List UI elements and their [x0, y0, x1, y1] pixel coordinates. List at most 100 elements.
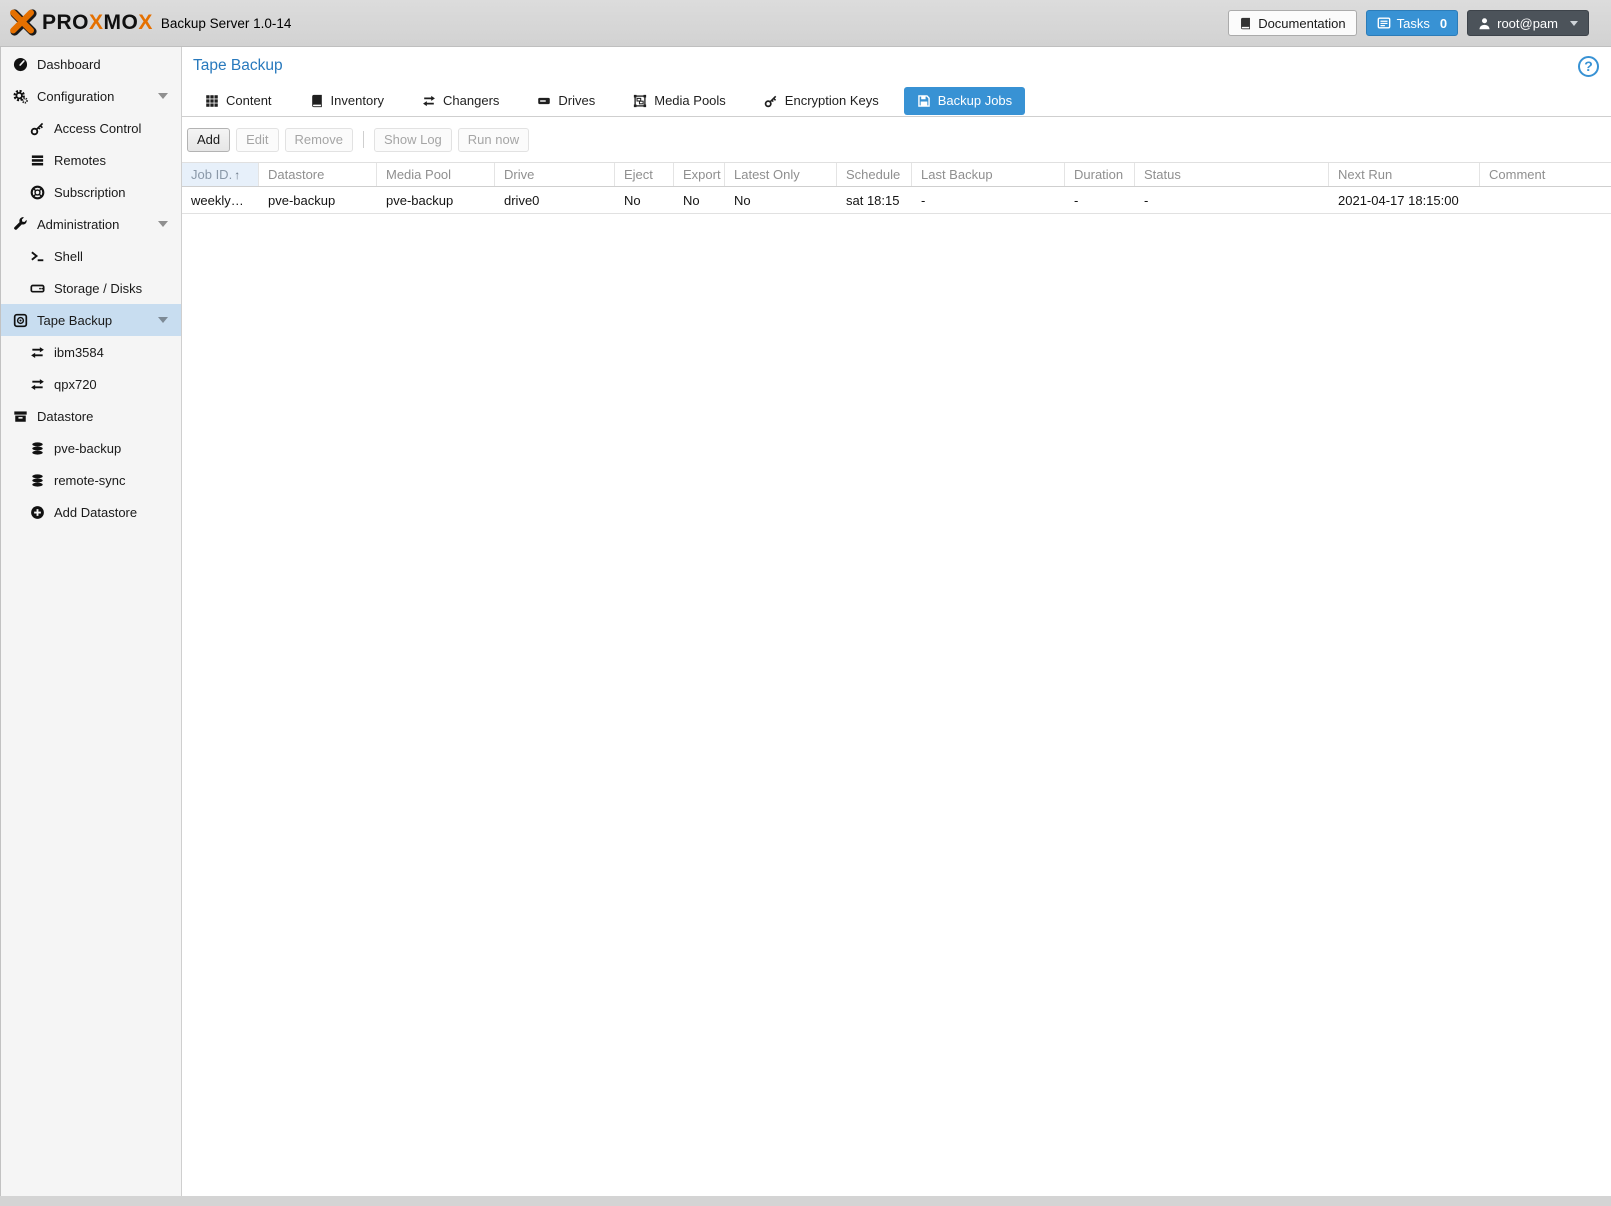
toolbar-separator	[362, 131, 364, 148]
column-header-eject[interactable]: Eject	[615, 163, 674, 186]
cell-next-run: 2021-04-17 18:15:00	[1338, 192, 1459, 208]
exchange-icon	[423, 95, 435, 106]
sidebar-item-remote-sync[interactable]: remote-sync	[1, 464, 181, 496]
column-header-export[interactable]: Export	[674, 163, 725, 186]
proxmox-wordmark: PROXMOX	[42, 11, 153, 34]
tab-bar: Content Inventory Changers Drives Media …	[182, 85, 1611, 117]
add-button[interactable]: Add	[187, 127, 231, 152]
sidebar-item-pve-backup[interactable]: pve-backup	[1, 432, 181, 464]
top-header-bar: PROXMOX Backup Server 1.0-14 Documentati…	[0, 0, 1611, 47]
column-header-duration[interactable]: Duration	[1065, 163, 1135, 186]
book-icon	[1241, 17, 1251, 29]
sidebar-item-administration[interactable]: Administration	[1, 208, 181, 240]
database-icon	[29, 440, 46, 456]
column-header-next-run[interactable]: Next Run	[1329, 163, 1480, 186]
page-title: Tape Backup	[193, 57, 283, 74]
key-icon	[29, 120, 46, 136]
remove-button[interactable]: Remove	[284, 127, 353, 152]
sidebar-item-access-control[interactable]: Access Control	[1, 112, 181, 144]
cell-comment	[1480, 187, 1611, 213]
product-version-label: Backup Server 1.0-14	[160, 15, 292, 31]
panel-titlebar: Tape Backup ?	[182, 47, 1611, 85]
cell-last-backup: -	[921, 192, 926, 208]
wrench-icon	[12, 216, 29, 232]
main-panel: Tape Backup ? Content Inventory Changers…	[182, 47, 1611, 1196]
exchange-icon	[29, 376, 46, 392]
table-header-row: Job ID. ↑ Datastore Media Pool Drive Ejec…	[182, 162, 1611, 187]
user-icon	[1479, 17, 1490, 29]
column-header-comment[interactable]: Comment	[1480, 163, 1611, 186]
sidebar-item-subscription[interactable]: Subscription	[1, 176, 181, 208]
archive-box-icon	[12, 408, 29, 424]
task-list-icon	[1377, 17, 1391, 29]
book-icon	[311, 94, 322, 107]
server-list-icon	[29, 152, 46, 168]
tasks-count-badge: 0	[1439, 15, 1448, 31]
tab-drives[interactable]: Drives	[524, 87, 608, 115]
show-log-button[interactable]: Show Log	[373, 127, 452, 152]
key-icon	[764, 95, 777, 107]
chevron-down-icon[interactable]	[158, 93, 168, 99]
gears-icon	[12, 88, 29, 104]
tab-encryption-keys[interactable]: Encryption Keys	[751, 87, 892, 115]
cell-drive: drive0	[504, 192, 540, 208]
sidebar-item-ibm3584[interactable]: ibm3584	[1, 336, 181, 368]
column-header-job-id[interactable]: Job ID. ↑	[182, 163, 259, 186]
tasks-button[interactable]: Tasks 0	[1365, 10, 1459, 36]
documentation-button[interactable]: Documentation	[1228, 10, 1357, 36]
sidebar-item-tape-backup[interactable]: Tape Backup	[1, 304, 181, 336]
sidebar-item-add-datastore[interactable]: Add Datastore	[1, 496, 181, 528]
column-header-status[interactable]: Status	[1135, 163, 1329, 186]
user-menu-button[interactable]: root@pam	[1467, 10, 1589, 36]
plus-circle-icon	[29, 504, 46, 520]
gauge-icon	[12, 56, 29, 72]
column-header-drive[interactable]: Drive	[495, 163, 615, 186]
sort-asc-icon: ↑	[234, 167, 241, 182]
tab-inventory[interactable]: Inventory	[297, 87, 397, 115]
column-header-schedule[interactable]: Schedule	[837, 163, 912, 186]
hdd-icon	[29, 280, 46, 296]
sidebar-item-qpx720[interactable]: qpx720	[1, 368, 181, 400]
cell-job-id: weekly…	[191, 192, 244, 208]
chevron-down-icon[interactable]	[158, 317, 168, 323]
cell-duration: -	[1074, 192, 1079, 208]
chevron-down-icon[interactable]	[158, 221, 168, 227]
run-now-button[interactable]: Run now	[457, 127, 530, 152]
sidebar-item-configuration[interactable]: Configuration	[1, 80, 181, 112]
sidebar: Dashboard Configuration Access Control R…	[0, 47, 182, 1196]
tab-backup-jobs[interactable]: Backup Jobs	[903, 86, 1026, 115]
save-icon	[917, 94, 930, 107]
cell-latest-only: No	[734, 192, 751, 208]
cell-schedule: sat 18:15	[846, 192, 900, 208]
tab-changers[interactable]: Changers	[409, 87, 512, 115]
grid-icon	[206, 94, 218, 107]
help-icon[interactable]: ?	[1578, 55, 1599, 77]
cell-status: -	[1144, 192, 1149, 208]
table-row[interactable]: weekly… pve-backup pve-backup drive0 No …	[182, 187, 1611, 214]
sidebar-item-storage-disks[interactable]: Storage / Disks	[1, 272, 181, 304]
chevron-down-icon	[1570, 20, 1578, 26]
column-header-latest-only[interactable]: Latest Only	[725, 163, 837, 186]
life-ring-icon	[29, 184, 46, 200]
cell-export: No	[683, 192, 700, 208]
column-header-last-backup[interactable]: Last Backup	[912, 163, 1065, 186]
sidebar-item-datastore[interactable]: Datastore	[1, 400, 181, 432]
cell-datastore: pve-backup	[268, 192, 336, 208]
sidebar-item-remotes[interactable]: Remotes	[1, 144, 181, 176]
column-header-datastore[interactable]: Datastore	[259, 163, 377, 186]
sidebar-item-dashboard[interactable]: Dashboard	[1, 48, 181, 80]
tab-content[interactable]: Content	[192, 87, 285, 115]
object-group-icon	[634, 94, 647, 107]
proxmox-logo: PROXMOX	[8, 8, 153, 38]
drive-icon	[538, 97, 551, 104]
tape-icon	[12, 312, 29, 328]
database-icon	[29, 472, 46, 488]
cell-media-pool: pve-backup	[386, 192, 454, 208]
proxmox-x-icon	[10, 9, 37, 36]
exchange-icon	[29, 344, 46, 360]
edit-button[interactable]: Edit	[236, 127, 279, 152]
grid-toolbar: Add Edit Remove Show Log Run now	[182, 117, 1611, 162]
tab-media-pools[interactable]: Media Pools	[620, 87, 739, 115]
column-header-media-pool[interactable]: Media Pool	[377, 163, 495, 186]
sidebar-item-shell[interactable]: Shell	[1, 240, 181, 272]
